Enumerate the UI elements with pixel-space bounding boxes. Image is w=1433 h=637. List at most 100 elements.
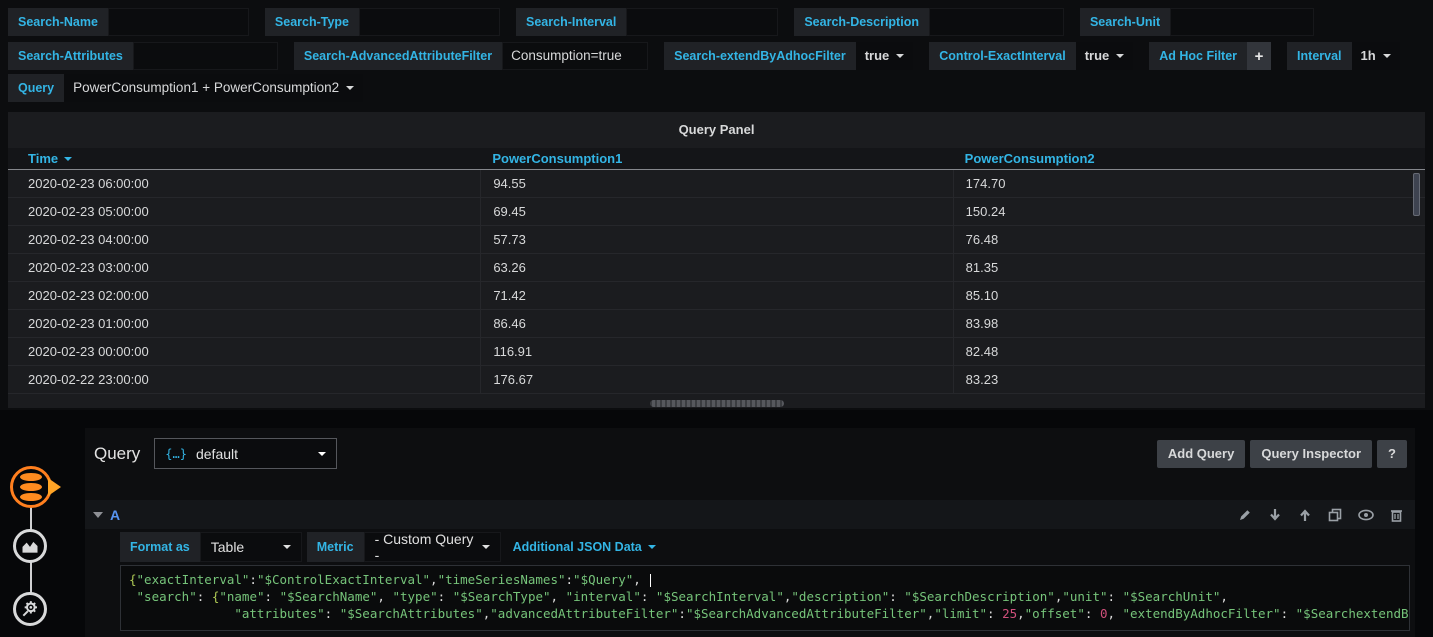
table-cell: 57.73 [480,226,952,253]
control-exact-interval-select[interactable]: true [1076,42,1134,70]
filter-extend-by-adhoc: Search-extendByAdhocFilter true [664,42,913,70]
query-variable-select[interactable]: PowerConsumption1 + PowerConsumption2 [64,74,363,102]
column-header-powerconsumption1[interactable]: PowerConsumption1 [480,148,952,169]
table-cell: 116.91 [480,338,952,365]
area-chart-icon [20,536,40,556]
query-row-header[interactable]: A [85,500,1415,529]
query-editor-area: Query {…} default Add Query Query Inspec… [85,428,1415,637]
sort-desc-icon [64,157,72,161]
datasource-name: default [196,446,309,462]
table-cell: 69.45 [480,198,952,225]
filter-control-exact-interval: Control-ExactInterval true [929,42,1133,70]
json-query-code-editor[interactable]: {"exactInterval":"$ControlExactInterval"… [120,565,1410,631]
duplicate-icon[interactable] [1328,508,1342,522]
add-ad-hoc-filter-button[interactable]: + [1247,42,1271,70]
table-cell: 85.10 [953,282,1425,309]
collapse-icon[interactable] [93,512,103,518]
filter-interval: Interval 1h [1287,42,1400,70]
table-row: 2020-02-23 02:00:0071.4285.10 [8,282,1425,310]
table-cell: 2020-02-23 02:00:00 [8,282,480,309]
extend-by-adhoc-value: true [865,42,890,70]
general-settings-tab-icon[interactable] [13,592,47,626]
chevron-down-icon [648,545,656,549]
additional-json-data-toggle[interactable]: Additional JSON Data [507,532,662,562]
ad-hoc-filter-label: Ad Hoc Filter [1149,42,1247,70]
query-editor-header: Query {…} default Add Query Query Inspec… [85,428,1415,472]
table-cell: 94.55 [480,170,952,197]
json-datasource-icon: {…} [165,447,187,461]
query-panel: Query Panel Time PowerConsumption1 Power… [8,112,1425,408]
table-header: Time PowerConsumption1 PowerConsumption2 [8,148,1425,170]
interval-value: 1h [1361,42,1376,70]
filter-query-variable: Query PowerConsumption1 + PowerConsumpti… [8,74,363,102]
table-cell: 2020-02-22 23:00:00 [8,366,480,393]
search-name-input[interactable] [108,8,249,36]
toggle-visibility-eye-icon[interactable] [1358,509,1374,521]
filter-advanced-attribute: Search-AdvancedAttributeFilter Consumpti… [294,42,648,70]
visualization-tab-icon[interactable] [13,529,47,563]
active-tab-pointer [48,478,61,496]
horizontal-scrollbar[interactable] [650,400,784,407]
edit-pencil-icon[interactable] [1238,508,1252,522]
search-unit-label: Search-Unit [1080,8,1170,36]
panel-editor-section: Query {…} default Add Query Query Inspec… [0,410,1433,637]
query-inspector-button[interactable]: Query Inspector [1250,440,1372,468]
metric-label: Metric [307,532,364,562]
table-cell: 2020-02-23 05:00:00 [8,198,480,225]
datasource-picker[interactable]: {…} default [154,438,337,469]
search-interval-input[interactable] [626,8,778,36]
move-down-icon[interactable] [1268,508,1282,522]
query-options-row: Format as Table Metric - Custom Query - … [120,532,1410,562]
filter-search-description: Search-Description [794,8,1064,36]
chevron-down-icon [1383,54,1391,58]
table-row: 2020-02-23 06:00:0094.55174.70 [8,170,1425,198]
search-description-input[interactable] [929,8,1064,36]
filter-row-1: Search-Name Search-Type Search-Interval … [8,8,1314,36]
text-cursor [650,574,651,587]
table-cell: 150.24 [953,198,1425,225]
interval-label: Interval [1287,42,1351,70]
table-row: 2020-02-23 04:00:0057.7376.48 [8,226,1425,254]
query-row-actions [1238,508,1403,522]
advanced-attribute-input[interactable]: Consumption=true [502,42,648,70]
metric-select[interactable]: - Custom Query - [364,532,501,562]
table-cell: 2020-02-23 06:00:00 [8,170,480,197]
search-attributes-input[interactable] [133,42,278,70]
delete-trash-icon[interactable] [1390,508,1403,522]
chevron-down-icon [346,86,354,90]
metric-value: - Custom Query - [375,531,474,563]
table-row: 2020-02-23 03:00:0063.2681.35 [8,254,1425,282]
search-type-input[interactable] [359,8,500,36]
table-cell: 174.70 [953,170,1425,197]
chevron-down-icon [1116,54,1124,58]
filter-ad-hoc: Ad Hoc Filter + [1149,42,1271,70]
table-cell: 2020-02-23 00:00:00 [8,338,480,365]
column-header-powerconsumption2[interactable]: PowerConsumption2 [953,148,1425,169]
filter-search-type: Search-Type [265,8,500,36]
table-row: 2020-02-23 01:00:0086.4683.98 [8,310,1425,338]
column-header-time[interactable]: Time [8,148,480,169]
queries-tab-icon[interactable] [10,466,52,508]
interval-select[interactable]: 1h [1352,42,1400,70]
vertical-scrollbar[interactable] [1413,173,1420,216]
format-as-select[interactable]: Table [200,532,302,562]
help-button[interactable]: ? [1377,440,1407,468]
query-ref-id[interactable]: A [110,507,120,523]
search-name-label: Search-Name [8,8,108,36]
table-cell: 2020-02-23 01:00:00 [8,310,480,337]
table-row: 2020-02-23 05:00:0069.45150.24 [8,198,1425,226]
search-type-label: Search-Type [265,8,359,36]
table-cell: 2020-02-23 03:00:00 [8,254,480,281]
add-query-button[interactable]: Add Query [1157,440,1245,468]
search-unit-input[interactable] [1170,8,1314,36]
format-as-value: Table [211,539,244,555]
table-cell: 176.67 [480,366,952,393]
filter-search-unit: Search-Unit [1080,8,1314,36]
code-line: {"exactInterval":"$ControlExactInterval"… [129,571,1401,588]
panel-title[interactable]: Query Panel [8,112,1425,148]
format-as-label: Format as [120,532,200,562]
move-up-icon[interactable] [1298,508,1312,522]
filter-row-3: Query PowerConsumption1 + PowerConsumpti… [8,74,363,102]
extend-by-adhoc-select[interactable]: true [856,42,914,70]
search-interval-label: Search-Interval [516,8,626,36]
